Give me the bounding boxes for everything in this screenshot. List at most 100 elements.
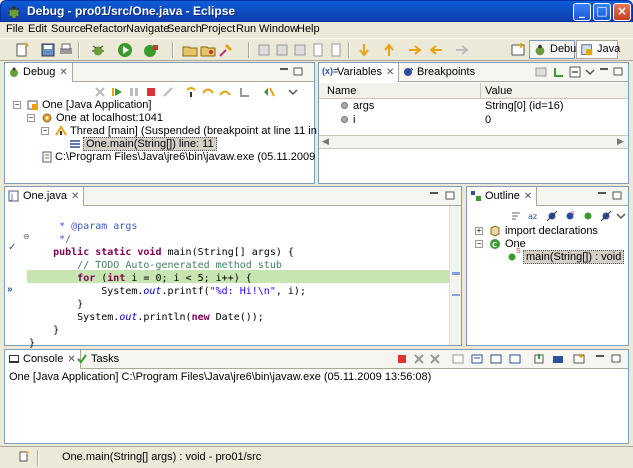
fast-view-icon[interactable] [18,450,30,462]
menu-window[interactable]: Window [259,23,298,35]
step-into-icon[interactable] [185,86,197,98]
overview-marker[interactable] [452,294,460,296]
next-annotation-icon[interactable] [356,42,372,58]
toggle-icon-5[interactable] [328,42,344,58]
open-type-icon[interactable] [182,42,198,58]
tab-console[interactable]: Console ✕ [5,350,81,369]
tab-debug[interactable]: Debug ✕ [5,63,73,82]
minimize-button[interactable]: _ [573,3,591,21]
close-tab-icon[interactable]: ✕ [524,191,532,202]
suspend-icon[interactable] [128,86,140,98]
editor-gutter[interactable]: ✓ » ⊖ [5,206,30,345]
table-row[interactable]: args String[0] (id=16) [319,100,628,114]
editor-overview-ruler[interactable] [449,206,461,345]
menu-edit[interactable]: Edit [28,23,47,35]
close-button[interactable]: × [613,3,631,21]
toggle-icon-2[interactable] [274,42,290,58]
previous-annotation-icon[interactable] [381,42,397,58]
tab-outline[interactable]: Outline ✕ [467,187,538,206]
open-perspective-icon[interactable] [510,42,526,58]
menu-file[interactable]: File [6,23,24,35]
title-bar[interactable]: Debug - pro01/src/One.java - Eclipse _ □… [0,0,633,22]
drop-to-frame-icon[interactable] [239,86,251,98]
sort-icon[interactable] [510,210,522,222]
collapse-icon[interactable]: − [27,114,35,122]
table-row[interactable]: i 0 [319,114,628,128]
scroll-lock-icon[interactable] [471,353,483,365]
terminate-icon[interactable] [396,353,408,365]
view-menu-chevron-icon[interactable] [287,86,299,98]
scroll-left-icon[interactable]: ◀ [322,136,329,147]
debug-run-icon[interactable] [90,42,106,58]
maximize-view-icon[interactable] [612,191,622,200]
collapse-icon[interactable]: − [41,127,49,135]
save-icon[interactable] [40,42,56,58]
menu-project[interactable]: Project [201,23,235,35]
maximize-view-icon[interactable] [445,191,455,200]
expand-icon[interactable]: + [475,227,483,235]
menu-help[interactable]: Help [297,23,320,35]
display-selected-console-icon[interactable] [552,353,564,365]
column-header-value[interactable]: Value [485,85,512,97]
collapse-icon[interactable]: − [475,240,483,248]
disconnect-icon[interactable] [162,86,174,98]
maximize-view-icon[interactable] [613,67,623,76]
show-on-stdout-icon[interactable] [490,353,502,365]
column-header-name[interactable]: Name [327,85,356,97]
maximize-button[interactable]: □ [593,3,611,21]
minimize-view-icon[interactable] [595,354,605,363]
back-icon[interactable] [428,42,444,58]
show-logical-structure-icon[interactable] [553,66,565,78]
toggle-icon-3[interactable] [292,42,308,58]
column-divider[interactable] [480,83,481,99]
maximize-view-icon[interactable] [611,354,621,363]
tab-one-java[interactable]: J One.java ✕ [5,187,85,206]
overview-marker[interactable] [452,272,460,275]
menu-navigate[interactable]: Navigate [126,23,169,35]
remove-all-terminated-icon[interactable] [430,353,442,365]
remove-terminated-icon[interactable] [94,86,106,98]
resume-icon[interactable] [111,86,123,98]
sort-alpha-icon[interactable]: az [528,210,540,222]
tab-breakpoints[interactable]: Breakpoints [399,63,479,82]
hide-local-types-icon[interactable] [600,210,612,222]
clear-console-icon[interactable] [452,353,464,365]
remove-launch-icon[interactable] [413,353,425,365]
minimize-view-icon[interactable] [279,67,289,76]
hide-nonpublic-icon[interactable] [582,210,594,222]
step-return-icon[interactable] [219,86,231,98]
menu-source[interactable]: Source [51,23,86,35]
minimize-view-icon[interactable] [599,67,609,76]
maximize-view-icon[interactable] [293,67,303,76]
view-menu-chevron-icon[interactable] [615,210,627,222]
step-over-icon[interactable] [202,86,214,98]
open-resource-icon[interactable] [200,42,216,58]
scroll-right-icon[interactable]: ▶ [617,136,624,147]
collapse-icon[interactable]: − [13,101,21,109]
show-on-stderr-icon[interactable] [509,353,521,365]
print-icon[interactable] [58,42,74,58]
close-tab-icon[interactable]: ✕ [71,191,79,202]
menu-run[interactable]: Run [236,23,256,35]
terminate-icon[interactable] [145,86,157,98]
pin-console-icon[interactable] [533,353,545,365]
search-icon[interactable] [218,42,234,58]
hide-static-icon[interactable]: S [564,210,576,222]
new-icon[interactable] [14,42,30,58]
perspective-debug-button[interactable]: Debug [529,40,582,59]
toggle-icon-4[interactable] [310,42,326,58]
run-icon[interactable] [117,42,133,58]
minimize-view-icon[interactable] [429,191,439,200]
view-menu-chevron-icon[interactable] [584,66,596,78]
close-tab-icon[interactable]: ✕ [386,67,394,78]
external-tools-icon[interactable] [143,42,159,58]
menu-search[interactable]: Search [167,23,202,35]
console-output[interactable] [5,384,628,443]
horizontal-scrollbar[interactable]: ◀ ▶ [319,135,628,149]
tab-tasks[interactable]: Tasks [73,350,123,369]
toggle-mark-icon[interactable] [256,42,272,58]
detail-pane[interactable] [319,150,628,183]
perspective-java-button[interactable]: Java [576,40,620,59]
use-step-filters-icon[interactable] [263,86,275,98]
collapse-all-icon[interactable] [569,66,581,78]
